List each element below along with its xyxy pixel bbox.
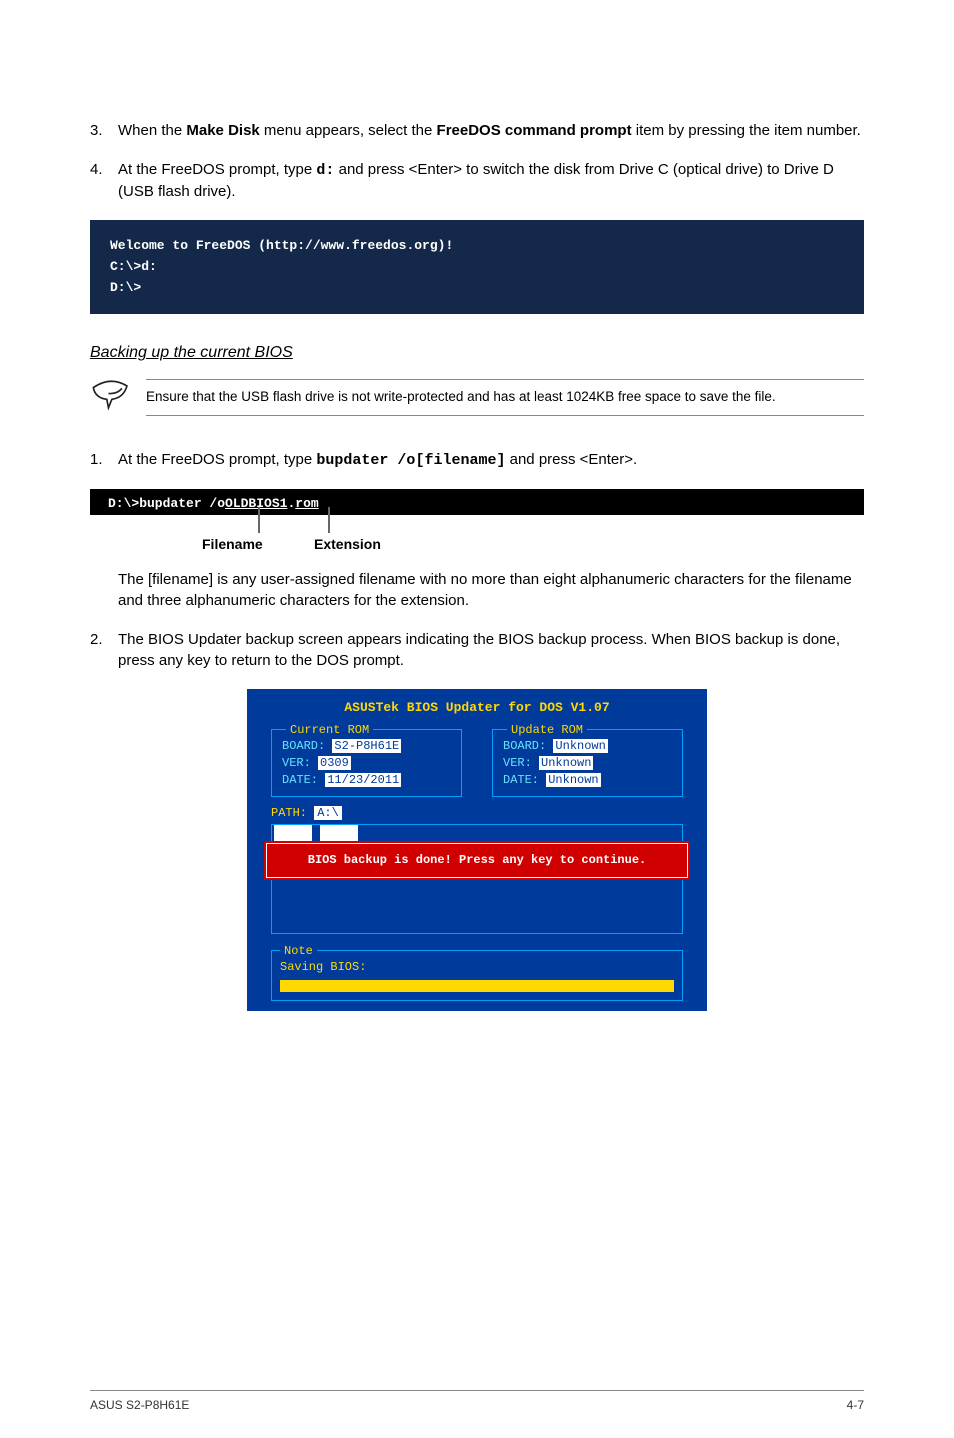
callout-filename-label: Filename — [202, 535, 263, 555]
callout-connector — [258, 507, 260, 533]
terminal-line: D:\> — [110, 278, 844, 299]
step-body: At the FreeDOS prompt, type bupdater /o[… — [118, 449, 864, 471]
cmd-filename: OLDBIOS1 — [225, 496, 287, 511]
page-footer: ASUS S2-P8H61E 4-7 — [90, 1390, 864, 1414]
footer-left: ASUS S2-P8H61E — [90, 1397, 189, 1414]
terminal-line: C:\>d: — [110, 257, 844, 278]
update-rom-box: Update ROM BOARD: Unknown VER: Unknown D… — [492, 729, 683, 797]
path-row: PATH: A:\ — [247, 797, 707, 824]
terminal-output: Welcome to FreeDOS (http://www.freedos.o… — [90, 220, 864, 314]
note-text: Ensure that the USB flash drive is not w… — [146, 379, 864, 416]
step-b2: 2. The BIOS Updater backup screen appear… — [90, 629, 864, 671]
step-num: 2. — [90, 629, 118, 671]
bios-window: ASUSTek BIOS Updater for DOS V1.07 Curre… — [247, 689, 707, 1011]
note-label: Note — [280, 943, 317, 960]
current-rom-box: Current ROM BOARD: S2-P8H61E VER: 0309 D… — [271, 729, 462, 797]
instruction-list-b: 1. At the FreeDOS prompt, type bupdater … — [90, 449, 864, 471]
instruction-list-a: 3. When the Make Disk menu appears, sele… — [90, 120, 864, 202]
cmd-extension: rom — [295, 496, 318, 511]
callout-connector — [328, 507, 330, 533]
note-icon — [90, 379, 146, 419]
section-heading: Backing up the current BIOS — [90, 342, 864, 364]
progress-bar — [280, 980, 674, 992]
rom-row: Current ROM BOARD: S2-P8H61E VER: 0309 D… — [247, 729, 707, 797]
step-3: 3. When the Make Disk menu appears, sele… — [90, 120, 864, 141]
step-num: 4. — [90, 159, 118, 202]
step-num: 3. — [90, 120, 118, 141]
step-body: At the FreeDOS prompt, type d: and press… — [118, 159, 864, 202]
instruction-list-b2: 2. The BIOS Updater backup screen appear… — [90, 629, 864, 671]
terminal-line: Welcome to FreeDOS (http://www.freedos.o… — [110, 236, 844, 257]
footer-right: 4-7 — [847, 1397, 864, 1414]
callout-extension-label: Extension — [314, 535, 381, 555]
status-banner: BIOS backup is done! Press any key to co… — [266, 843, 688, 878]
cmd-prefix: D:\>bupdater /o — [108, 496, 225, 511]
step-body: The BIOS Updater backup screen appears i… — [118, 629, 864, 671]
fieldset-label: Current ROM — [286, 722, 373, 739]
file-list-area: BIOS backup is done! Press any key to co… — [271, 824, 683, 934]
step-num: 1. — [90, 449, 118, 471]
command-line-block: D:\>bupdater /oOLDBIOS1.rom — [90, 489, 864, 515]
note-section: Note Saving BIOS: — [271, 950, 683, 1001]
note-callout: Ensure that the USB flash drive is not w… — [90, 379, 864, 419]
step-body: When the Make Disk menu appears, select … — [118, 120, 864, 141]
bios-screenshot: ASUSTek BIOS Updater for DOS V1.07 Curre… — [90, 689, 864, 1011]
saving-text: Saving BIOS: — [280, 959, 674, 976]
column-header-bars — [272, 825, 358, 843]
step-4: 4. At the FreeDOS prompt, type d: and pr… — [90, 159, 864, 202]
explanatory-paragraph: The [filename] is any user-assigned file… — [118, 569, 864, 611]
step-b1: 1. At the FreeDOS prompt, type bupdater … — [90, 449, 864, 471]
callout-area: Filename Extension — [90, 515, 864, 555]
fieldset-label: Update ROM — [507, 722, 587, 739]
